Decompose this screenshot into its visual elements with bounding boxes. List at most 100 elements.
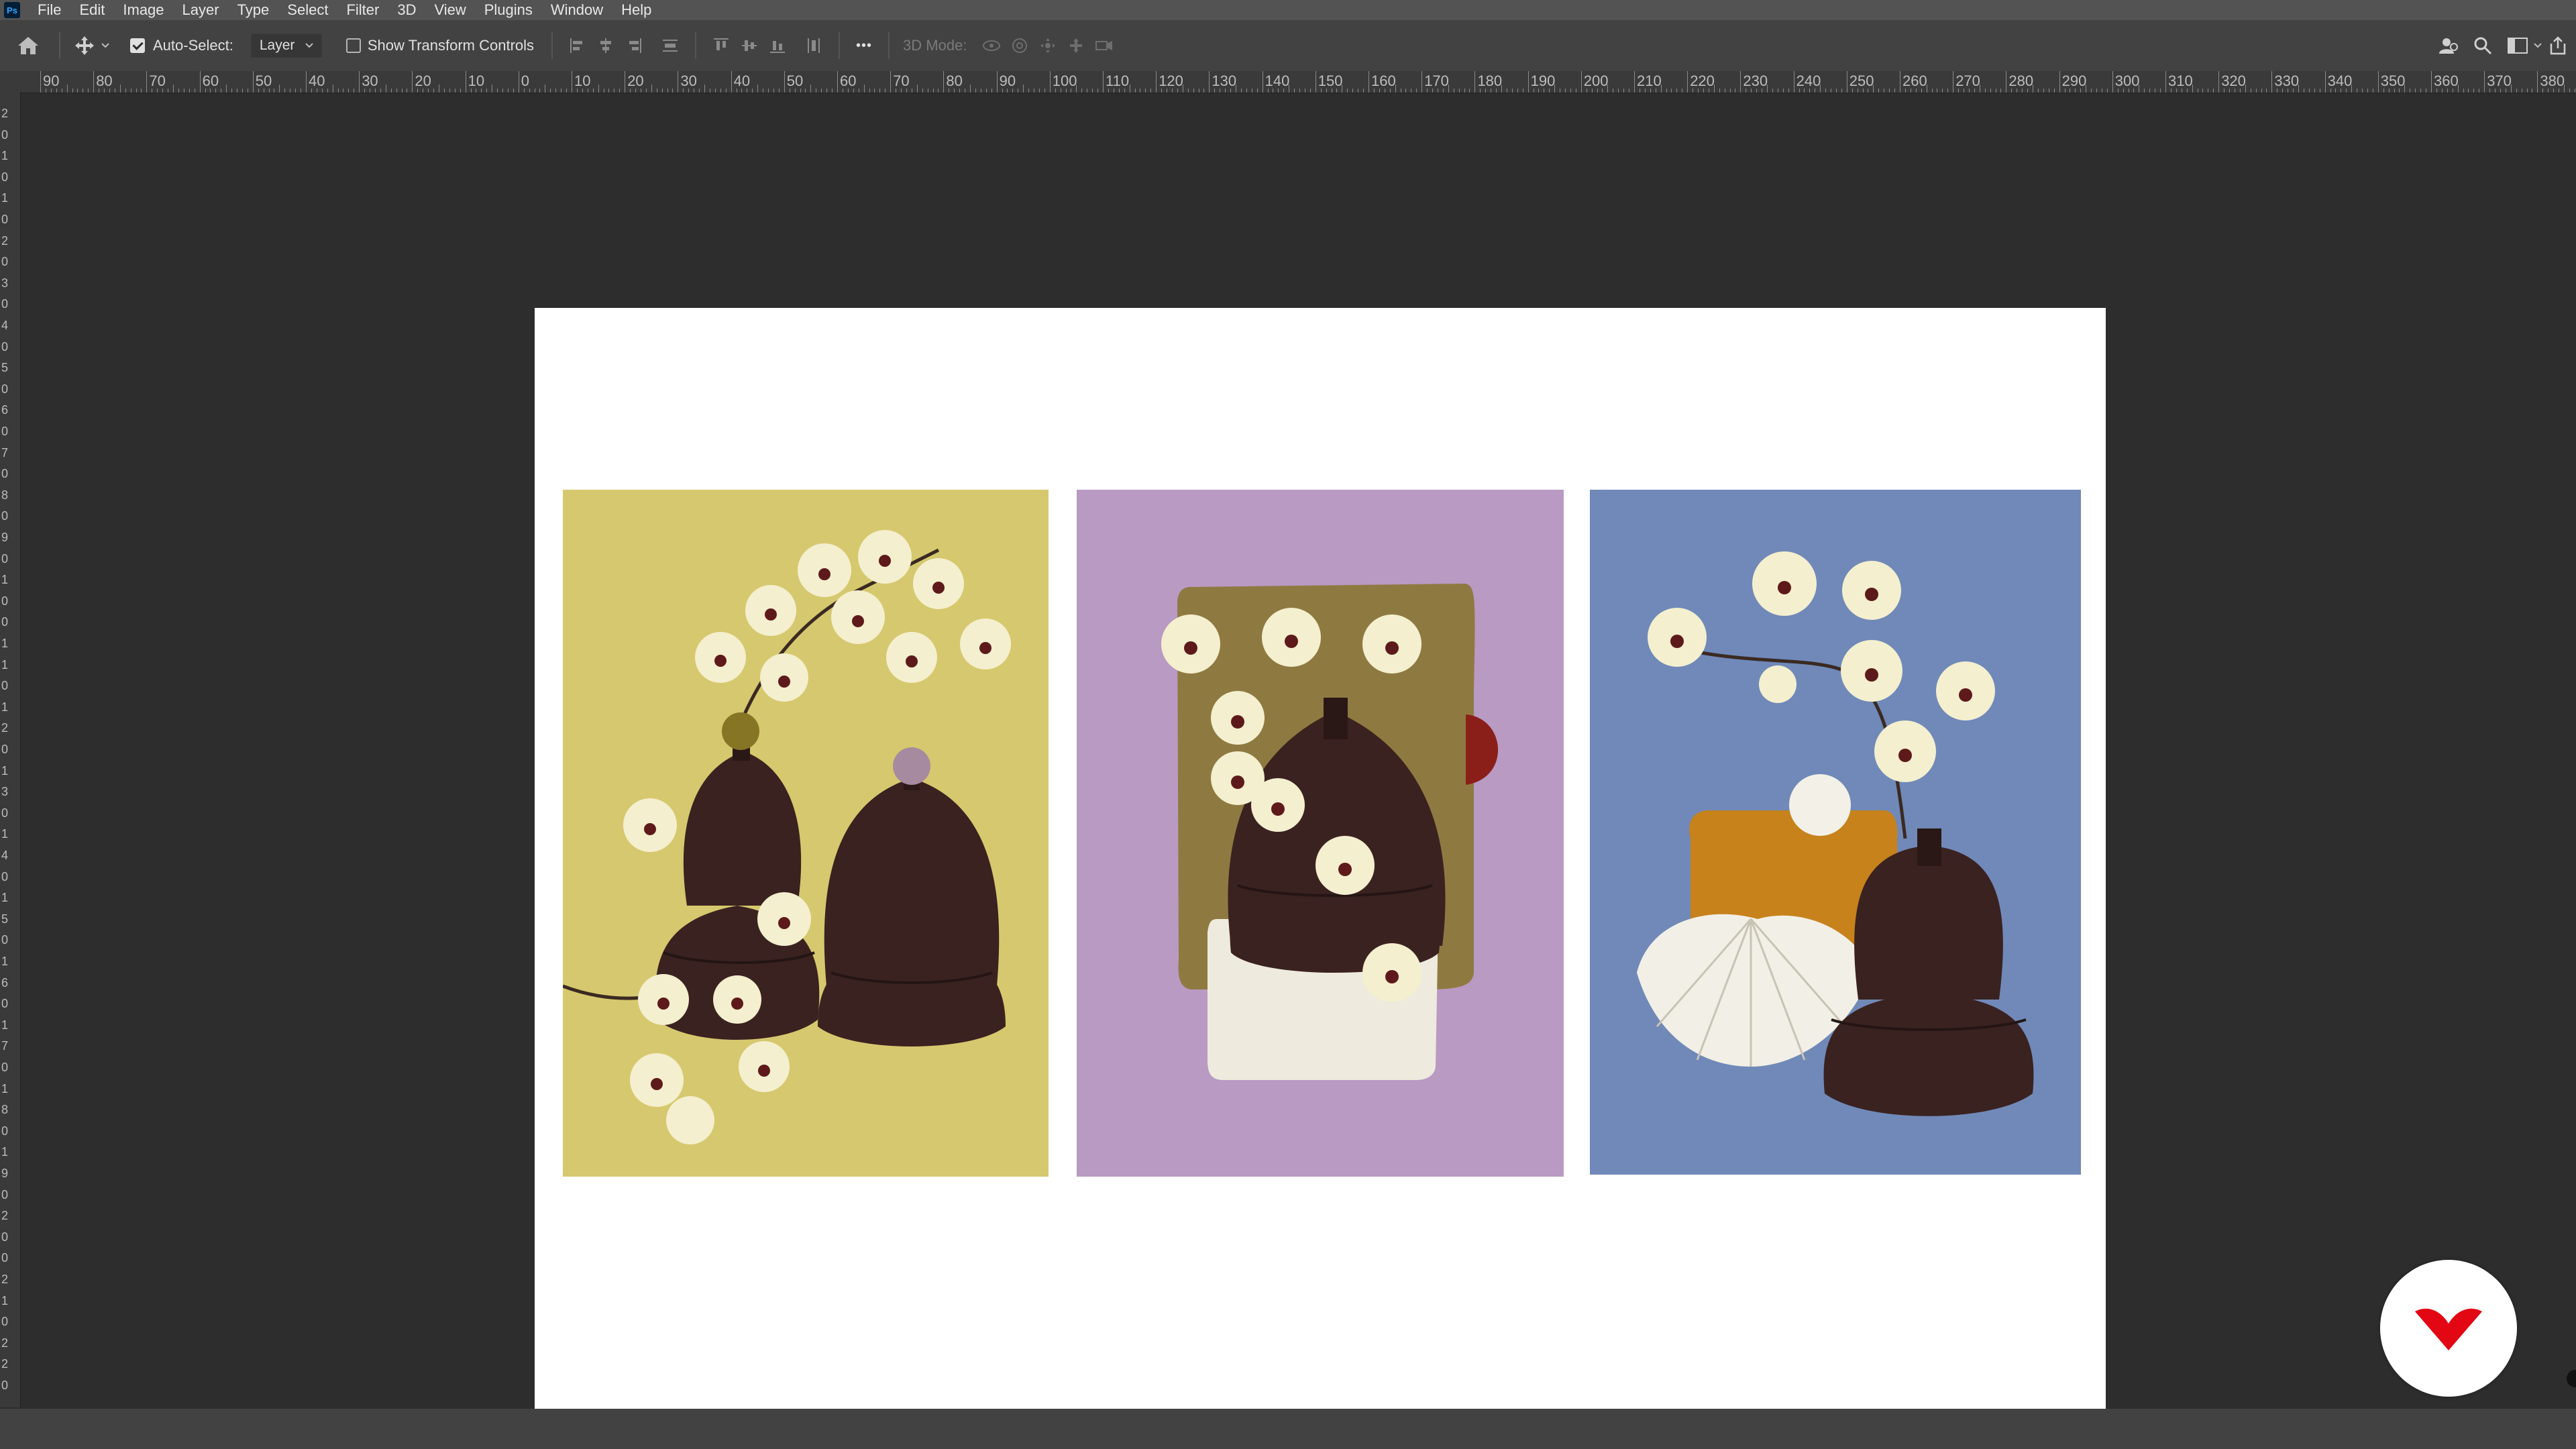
search-icon[interactable] — [2469, 32, 2497, 60]
ruler-minor-tick — [1851, 89, 1853, 93]
ruler-minor-tick — [1002, 89, 1003, 93]
ruler-tick-label: 290 — [2061, 72, 2087, 89]
ruler-tick-label: 150 — [1318, 72, 1343, 89]
ruler-tick-label: 9 — [1, 531, 9, 544]
artwork-lilac-orchid-vase[interactable] — [1077, 490, 1564, 1177]
show-transform-controls-label: Show Transform Controls — [367, 37, 535, 54]
move-tool-icon[interactable] — [71, 36, 98, 56]
ruler-minor-tick — [1150, 89, 1152, 93]
ruler-tick-label: 60 — [202, 72, 219, 89]
document-canvas[interactable] — [535, 308, 2106, 1420]
ruler-minor-tick — [2080, 89, 2082, 93]
ruler-minor-tick — [162, 89, 164, 93]
ruler-tick-label: 8 — [1, 1103, 9, 1117]
ruler-tick-label: 1 — [1, 1081, 9, 1095]
ruler-minor-tick — [1299, 89, 1301, 93]
ruler-tick-label: 0 — [1, 1061, 9, 1074]
home-icon[interactable] — [8, 36, 48, 56]
share-user-icon[interactable] — [2434, 32, 2462, 60]
align-right-edges-icon[interactable] — [620, 32, 648, 60]
ruler-tick-label: 160 — [1371, 72, 1396, 89]
artwork-blue-orchid-vase-shell[interactable] — [1590, 490, 2081, 1175]
ruler-tick-label: 0 — [1, 1251, 9, 1265]
3d-orbit-icon[interactable] — [977, 32, 1006, 60]
ruler-tick-label: 260 — [1902, 72, 1927, 89]
ruler-tick — [837, 71, 838, 93]
menu-type[interactable]: Type — [228, 0, 278, 20]
ruler-minor-tick — [1055, 89, 1056, 93]
ruler-minor-tick — [337, 89, 339, 93]
menu-view[interactable]: View — [425, 0, 474, 20]
ruler-minor-tick — [1464, 89, 1465, 93]
ruler-tick-label: 60 — [840, 72, 857, 89]
menu-select[interactable]: Select — [278, 0, 337, 20]
menu-filter[interactable]: Filter — [337, 0, 388, 20]
separator — [551, 32, 553, 59]
workspace-chevron-down-icon[interactable] — [2532, 43, 2544, 48]
3d-slide-icon[interactable] — [1062, 32, 1090, 60]
ruler-minor-tick — [661, 89, 663, 93]
distribute-horizontal-icon[interactable] — [800, 32, 828, 60]
ruler-minor-tick — [258, 89, 259, 93]
auto-select-target-dropdown[interactable]: Layer — [250, 34, 322, 58]
ruler-minor-tick — [125, 89, 126, 93]
ruler-minor-tick — [2123, 89, 2124, 93]
ruler-minor-tick — [773, 89, 774, 93]
distribute-vertical-icon[interactable] — [656, 32, 684, 60]
menu-image[interactable]: Image — [113, 0, 172, 20]
ruler-minor-tick — [1458, 89, 1460, 93]
ruler-minor-tick — [959, 89, 961, 93]
menu-3d[interactable]: 3D — [388, 0, 425, 20]
ruler-tick-label: 0 — [1, 170, 9, 184]
ruler-minor-tick — [1405, 89, 1407, 93]
ruler-minor-tick — [1782, 89, 1784, 93]
3d-roll-icon[interactable] — [1006, 32, 1034, 60]
ruler-tick — [1687, 71, 1688, 93]
3d-scale-camera-icon[interactable] — [1090, 32, 1118, 60]
ruler-minor-tick — [1187, 89, 1189, 93]
canvas-area[interactable] — [21, 93, 2576, 1420]
share-export-icon[interactable] — [2544, 32, 2572, 60]
tool-preset-chevron-down-icon[interactable] — [98, 43, 113, 48]
show-transform-controls-checkbox[interactable] — [345, 38, 361, 53]
ruler-tick-label: 2 — [1, 233, 9, 248]
ruler-tick-label: 0 — [1, 743, 9, 756]
ruler-minor-tick — [1729, 89, 1731, 93]
auto-select-checkbox[interactable] — [130, 38, 145, 53]
photoshop-logo-icon[interactable]: Ps — [4, 2, 20, 18]
menu-file[interactable]: File — [28, 0, 70, 20]
menu-layer[interactable]: Layer — [173, 0, 228, 20]
ruler-minor-tick — [1549, 89, 1550, 93]
ruler-minor-tick — [667, 89, 668, 93]
menu-window[interactable]: Window — [541, 0, 612, 20]
align-top-edges-icon[interactable] — [707, 32, 735, 60]
menu-plugins[interactable]: Plugins — [475, 0, 541, 20]
menu-help[interactable]: Help — [612, 0, 660, 20]
ruler-minor-tick — [449, 89, 450, 93]
ruler-minor-tick — [481, 89, 482, 93]
ruler-minor-tick — [1320, 89, 1322, 93]
ruler-minor-tick — [1373, 89, 1375, 93]
workspace-layout-icon[interactable] — [2504, 32, 2532, 60]
ruler-tick-label: 180 — [1477, 72, 1503, 89]
ruler-minor-tick — [2526, 89, 2528, 93]
ruler-minor-tick — [720, 89, 721, 93]
align-horizontal-centers-icon[interactable] — [592, 32, 620, 60]
ruler-minor-tick — [810, 85, 812, 93]
ruler-minor-tick — [2473, 89, 2475, 93]
3d-pan-icon[interactable] — [1034, 32, 1062, 60]
align-bottom-edges-icon[interactable] — [763, 32, 792, 60]
more-options-button[interactable]: ••• — [851, 38, 877, 54]
ruler-tick-label: 7 — [1, 1039, 9, 1053]
menu-edit[interactable]: Edit — [70, 0, 113, 20]
ruler-vertical[interactable]: 2 0 1 0 1 0 2 0 3 0 4 0 5 0 6 0 7 0 8 0 9 0 1 0 0 1 1 0 1 2 0 1 3 0 1 4 0 1 5 0… — [0, 93, 21, 1407]
align-vertical-centers-icon[interactable] — [735, 32, 763, 60]
ruler-tick-label: 100 — [1052, 72, 1077, 89]
artwork-yellow-orchid-vases[interactable] — [563, 490, 1049, 1177]
align-left-edges-icon[interactable] — [564, 32, 592, 60]
ruler-minor-tick — [2075, 89, 2076, 93]
ruler-tick-label: 0 — [521, 72, 530, 89]
ruler-horizontal[interactable]: 90 80 70 60 50 40 30 20 10 0 10 20 30 40 50 60 70 80 90 100… — [0, 71, 2576, 93]
ruler-minor-tick — [1496, 89, 1497, 93]
brand-logo-icon — [2415, 1308, 2482, 1350]
